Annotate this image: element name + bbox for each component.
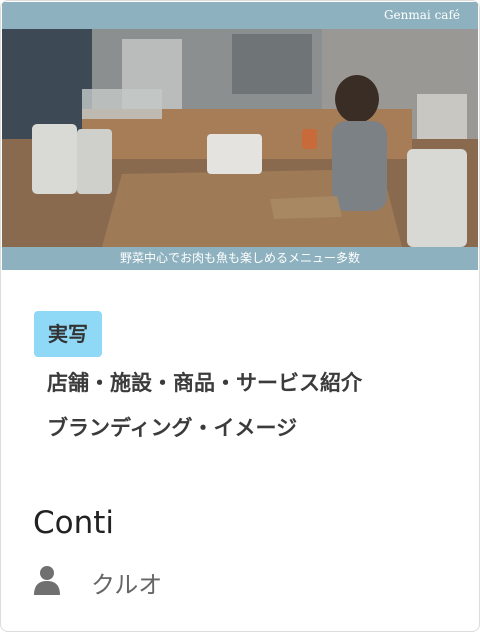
thumbnail-caption: 野菜中心でお肉も魚も楽しめるメニュー多数 — [119, 251, 360, 265]
video-thumbnail[interactable]: Genmai café 野菜中心でお肉も魚も楽しめるメニュー多数 — [2, 2, 478, 270]
user-icon — [34, 566, 60, 595]
card-title[interactable]: Conti — [33, 505, 114, 541]
thumbnail-brand: Genmai café — [383, 8, 460, 22]
genre-tag[interactable]: 実写 — [34, 311, 102, 357]
category-label[interactable]: 店舗・施設・商品・サービス紹介 — [47, 367, 362, 397]
category-label[interactable]: ブランディング・イメージ — [47, 412, 297, 442]
author-name[interactable]: クルオ — [91, 565, 162, 600]
cafe-photo — [2, 29, 478, 247]
video-card[interactable]: Genmai café 野菜中心でお肉も魚も楽しめるメニュー多数 実写 店舗・施… — [0, 0, 480, 632]
